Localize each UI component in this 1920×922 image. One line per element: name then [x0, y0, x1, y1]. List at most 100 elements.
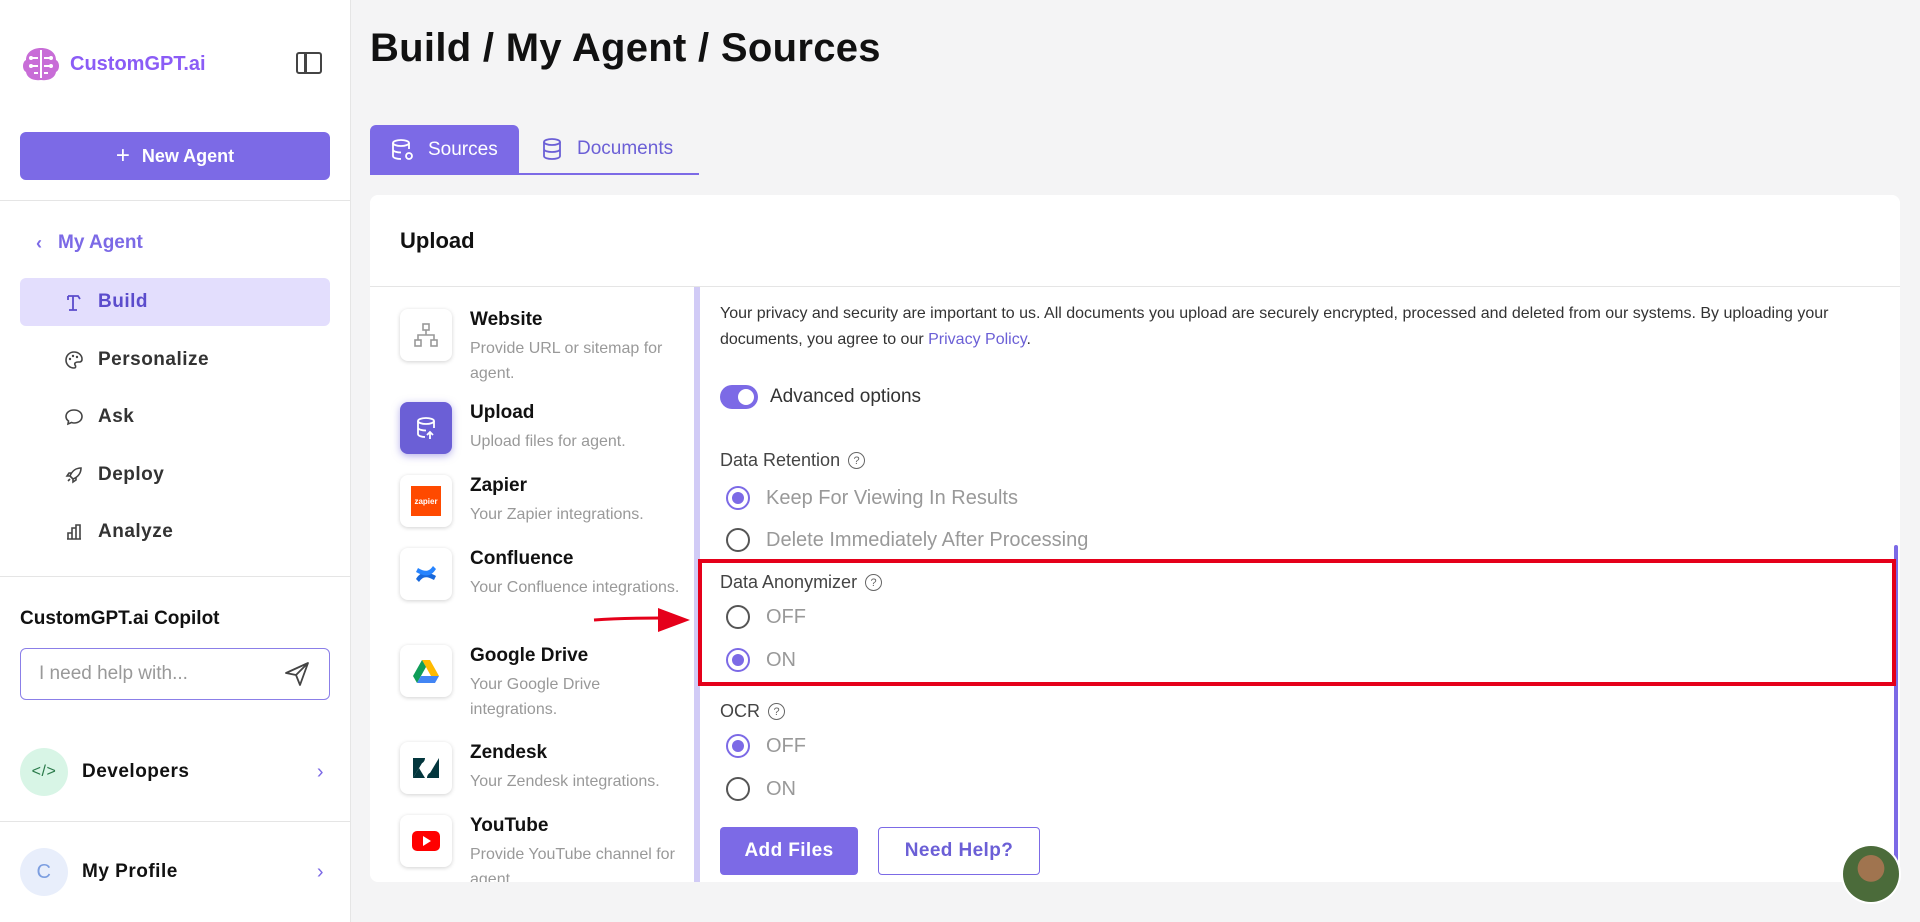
data-retention-label: Data Retention ? — [720, 450, 866, 471]
group-label-text: Data Retention — [720, 450, 841, 470]
zapier-icon: zapier — [400, 475, 452, 527]
privacy-end: . — [1026, 331, 1031, 348]
source-desc: Provide URL or sitemap for agent. — [470, 340, 663, 382]
brain-logo-icon — [23, 48, 59, 81]
confluence-icon — [400, 548, 452, 600]
back-label: My Agent — [58, 232, 143, 253]
build-icon — [64, 292, 84, 312]
source-desc: Provide YouTube channel for agent. — [470, 846, 675, 882]
source-name: Zapier — [470, 475, 528, 496]
tab-sources[interactable]: Sources — [370, 125, 519, 175]
radio-ocr-on[interactable]: ON — [726, 777, 796, 801]
add-files-button[interactable]: Add Files — [720, 827, 858, 875]
need-help-button[interactable]: Need Help? — [878, 827, 1040, 875]
code-icon: </> — [20, 748, 68, 796]
advanced-options-row: Advanced options — [720, 385, 921, 409]
chat-icon — [64, 407, 84, 427]
sidebar-item-label: Analyze — [98, 521, 174, 542]
highlight-annotation-box — [698, 559, 1896, 686]
sitemap-icon — [400, 309, 452, 361]
google-drive-icon — [400, 645, 452, 697]
radio-button[interactable] — [726, 734, 750, 758]
radio-delete-immediately[interactable]: Delete Immediately After Processing — [726, 528, 1088, 552]
source-desc: Your Google Drive integrations. — [470, 676, 601, 718]
bar-chart-icon — [64, 522, 84, 542]
advanced-options-label: Advanced options — [770, 386, 922, 407]
radio-button[interactable] — [726, 528, 750, 552]
page-title: Build / My Agent / Sources — [370, 26, 881, 70]
source-list: Website Provide URL or sitemap for agent… — [370, 287, 696, 882]
tab-documents[interactable]: Documents — [519, 125, 699, 175]
sidebar-item-ask[interactable]: Ask — [20, 393, 330, 441]
source-name: Zendesk — [470, 742, 548, 763]
support-chat-avatar[interactable] — [1843, 846, 1899, 902]
source-name: Upload — [470, 402, 535, 423]
sidebar-collapse-icon[interactable] — [296, 52, 322, 74]
database-gear-icon — [392, 139, 413, 160]
radio-label: Delete Immediately After Processing — [766, 528, 1089, 551]
radio-button[interactable] — [726, 777, 750, 801]
back-to-my-agent-link[interactable]: ‹ My Agent — [36, 232, 143, 254]
zapier-logo: zapier — [411, 486, 441, 516]
copilot-title: CustomGPT.ai Copilot — [20, 608, 220, 629]
my-profile-link[interactable]: C My Profile › — [20, 848, 330, 896]
source-desc: Upload files for agent. — [470, 433, 626, 450]
divider — [0, 200, 351, 201]
sidebar-item-label: Deploy — [98, 464, 165, 485]
sidebar-item-label: Personalize — [98, 349, 210, 370]
logo-text: CustomGPT.ai — [70, 52, 206, 75]
sidebar-item-personalize[interactable]: Personalize — [20, 336, 330, 384]
red-arrow-icon — [593, 608, 690, 632]
radio-ocr-off[interactable]: OFF — [726, 734, 806, 758]
upload-database-icon — [400, 402, 452, 454]
chevron-right-icon: › — [316, 860, 324, 883]
copilot-input[interactable]: I need help with... — [20, 648, 330, 700]
youtube-icon — [400, 815, 452, 867]
ocr-label: OCR ? — [720, 701, 785, 722]
tab-bar: Sources Documents — [370, 125, 699, 175]
logo[interactable]: CustomGPT.ai — [20, 44, 206, 84]
sidebar-item-label: Ask — [98, 406, 135, 427]
avatar: C — [20, 848, 68, 896]
privacy-text: Your privacy and security are important … — [720, 305, 1829, 348]
source-name: Website — [470, 309, 543, 330]
sidebar: CustomGPT.ai + New Agent ‹ My Agent Buil… — [0, 0, 351, 922]
privacy-policy-link[interactable]: Privacy Policy — [928, 331, 1026, 348]
help-icon[interactable]: ? — [768, 703, 785, 720]
upload-card: Upload Website Provide URL or sitemap fo… — [370, 195, 1900, 882]
plus-icon: + — [115, 142, 130, 169]
source-desc: Your Confluence integrations. — [470, 579, 680, 596]
radio-label: Keep For Viewing In Results — [766, 486, 1018, 509]
tab-label: Documents — [577, 138, 674, 159]
help-icon[interactable]: ? — [848, 452, 866, 469]
sidebar-item-analyze[interactable]: Analyze — [20, 508, 330, 556]
chevron-left-icon: ‹ — [36, 232, 42, 253]
new-agent-label: New Agent — [141, 145, 235, 166]
divider — [0, 576, 351, 577]
radio-keep-for-viewing[interactable]: Keep For Viewing In Results — [726, 486, 1018, 510]
palette-icon — [64, 350, 84, 370]
zendesk-icon — [400, 742, 452, 794]
source-desc: Your Zendesk integrations. — [470, 773, 660, 790]
send-icon[interactable] — [283, 660, 311, 688]
database-icon — [543, 138, 561, 160]
card-title: Upload — [370, 195, 1900, 287]
developers-link[interactable]: </> Developers › — [20, 748, 330, 796]
copilot-placeholder: I need help with... — [39, 663, 188, 684]
chevron-right-icon: › — [316, 760, 324, 783]
radio-label: OFF — [766, 734, 806, 757]
divider — [0, 821, 351, 822]
developers-label: Developers — [82, 761, 190, 782]
sidebar-item-label: Build — [98, 291, 148, 312]
source-name: Confluence — [470, 548, 574, 569]
radio-label: ON — [766, 777, 796, 800]
source-desc: Your Zapier integrations. — [470, 506, 644, 523]
sidebar-item-build[interactable]: Build — [20, 278, 330, 326]
rocket-icon — [64, 465, 84, 485]
advanced-options-toggle[interactable] — [720, 385, 758, 409]
tab-label: Sources — [428, 139, 498, 160]
group-label-text: OCR — [720, 701, 760, 721]
radio-button[interactable] — [726, 486, 750, 510]
sidebar-item-deploy[interactable]: Deploy — [20, 451, 330, 499]
new-agent-button[interactable]: + New Agent — [20, 132, 330, 180]
